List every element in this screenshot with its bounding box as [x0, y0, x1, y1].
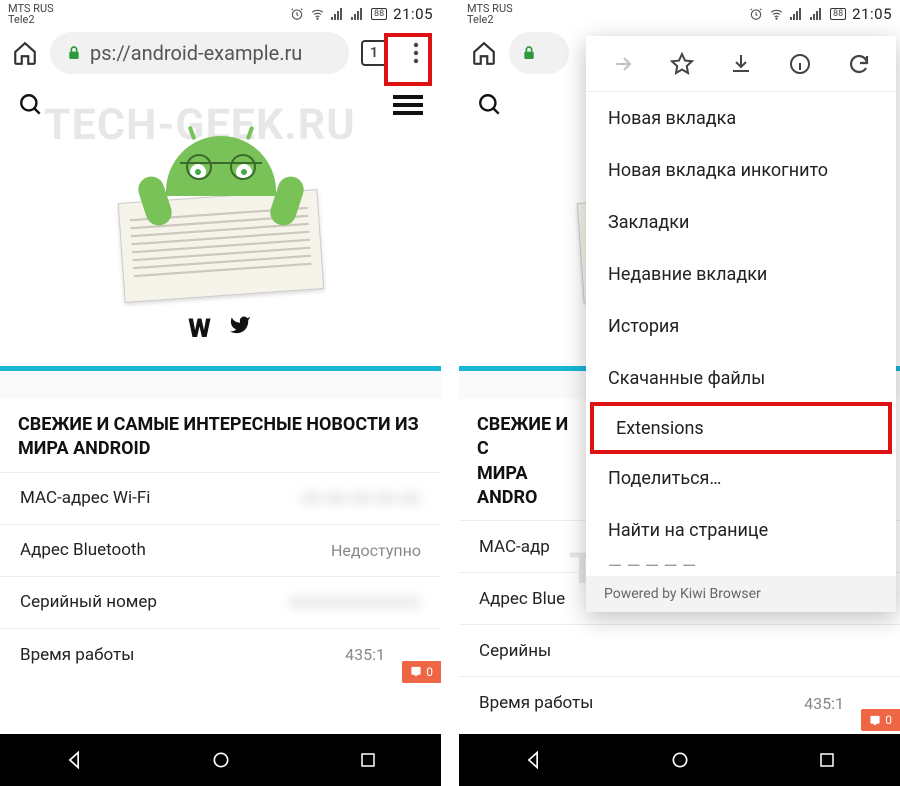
- menu-item-cut[interactable]: — — — — —: [586, 556, 896, 576]
- status-bar: MTS RUS Tele2 88 21:05: [0, 0, 441, 26]
- address-bar[interactable]: ps://android-example.ru: [50, 32, 349, 74]
- comment-badge[interactable]: 0: [402, 661, 441, 683]
- site-toolbar: [0, 80, 441, 130]
- menu-item-new-tab[interactable]: Новая вкладка: [586, 92, 896, 144]
- home-button[interactable]: [467, 36, 501, 70]
- clock: 21:05: [393, 5, 433, 23]
- menu-item-bookmarks[interactable]: Закладки: [586, 196, 896, 248]
- signal-1-icon: [790, 8, 804, 20]
- menu-item-downloads[interactable]: Скачанные файлы: [586, 352, 896, 404]
- battery-level: 88: [830, 8, 846, 20]
- wifi-icon: [310, 7, 325, 21]
- menu-item-incognito[interactable]: Новая вкладка инкогнито: [586, 144, 896, 196]
- highlight-menu-button: [384, 33, 432, 86]
- forward-icon[interactable]: [611, 52, 635, 76]
- hamburger-menu-icon[interactable]: [393, 93, 423, 117]
- battery-level: 88: [371, 8, 387, 20]
- browser-toolbar: ps://android-example.ru 1: [0, 26, 441, 80]
- alarm-icon: [290, 7, 304, 21]
- list-item[interactable]: Адрес Bluetooth Недоступно: [0, 525, 441, 577]
- menu-item-recent-tabs[interactable]: Недавние вкладки: [586, 248, 896, 300]
- list-item[interactable]: MAC-адрес Wi-Fi 00:00:00:00:00: [0, 473, 441, 525]
- menu-item-history[interactable]: История: [586, 300, 896, 352]
- menu-item-extensions[interactable]: Extensions: [590, 402, 892, 454]
- android-mascot-reading-newspaper: [111, 136, 331, 296]
- list-item[interactable]: Серийный номер XXXXXXXXXXXX: [0, 577, 441, 629]
- news-heading: СВЕЖИЕ И САМЫЕ ИНТЕРЕСНЫЕ НОВОСТИ ИЗ МИР…: [0, 399, 441, 472]
- home-button[interactable]: [8, 36, 42, 70]
- info-icon[interactable]: [788, 52, 812, 76]
- hero-image: W: [0, 130, 441, 350]
- back-icon[interactable]: [64, 750, 84, 770]
- phone-left: MTS RUS Tele2 88 21:05: [0, 0, 441, 786]
- list-item[interactable]: Время работы 435:1 0: [0, 629, 441, 681]
- carrier-2: Tele2: [8, 14, 54, 25]
- search-icon[interactable]: [477, 92, 503, 118]
- bookmark-star-icon[interactable]: [670, 52, 694, 76]
- phone-right: MTS RUS Tele2 88 21:05: [459, 0, 900, 786]
- recent-apps-icon[interactable]: [818, 751, 836, 769]
- clock: 21:05: [852, 5, 892, 23]
- list-item[interactable]: Серийны: [459, 625, 900, 677]
- url-text: ps://android-example.ru: [90, 41, 302, 65]
- reload-icon[interactable]: [847, 52, 871, 76]
- signal-1-icon: [331, 8, 345, 20]
- lock-icon: [66, 44, 82, 62]
- home-nav-icon[interactable]: [211, 750, 231, 770]
- signal-2-icon: [810, 8, 824, 20]
- info-list: MAC-адрес Wi-Fi 00:00:00:00:00 Адрес Blu…: [0, 472, 441, 681]
- wifi-icon: [769, 7, 784, 21]
- alarm-icon: [749, 7, 763, 21]
- download-icon[interactable]: [729, 52, 753, 76]
- status-bar: MTS RUS Tele2 88 21:05: [459, 0, 900, 26]
- news-heading-cut: СВЕЖИЕ И С МИРА ANDRO: [459, 399, 599, 520]
- carrier-2: Tele2: [467, 14, 513, 25]
- recent-apps-icon[interactable]: [359, 751, 377, 769]
- back-icon[interactable]: [523, 750, 543, 770]
- menu-list: Новая вкладка Новая вкладка инкогнито За…: [586, 92, 896, 576]
- search-icon[interactable]: [18, 92, 44, 118]
- android-nav-bar: [0, 734, 441, 786]
- menu-icon-row: [586, 36, 896, 92]
- lock-icon: [521, 44, 537, 62]
- social-icons: W: [188, 314, 253, 344]
- twitter-icon[interactable]: [227, 314, 253, 344]
- list-item[interactable]: Время работы 435:1 0: [459, 677, 900, 729]
- home-nav-icon[interactable]: [670, 750, 690, 770]
- menu-footer: Powered by Kiwi Browser: [586, 576, 896, 612]
- menu-item-share[interactable]: Поделиться…: [586, 452, 896, 504]
- browser-menu-panel: Новая вкладка Новая вкладка инкогнито За…: [586, 36, 896, 612]
- comment-badge[interactable]: 0: [861, 709, 900, 731]
- vk-icon[interactable]: W: [188, 314, 211, 344]
- address-bar[interactable]: [509, 32, 569, 74]
- android-nav-bar: [459, 734, 900, 786]
- signal-2-icon: [351, 8, 365, 20]
- menu-item-find[interactable]: Найти на странице: [586, 504, 896, 556]
